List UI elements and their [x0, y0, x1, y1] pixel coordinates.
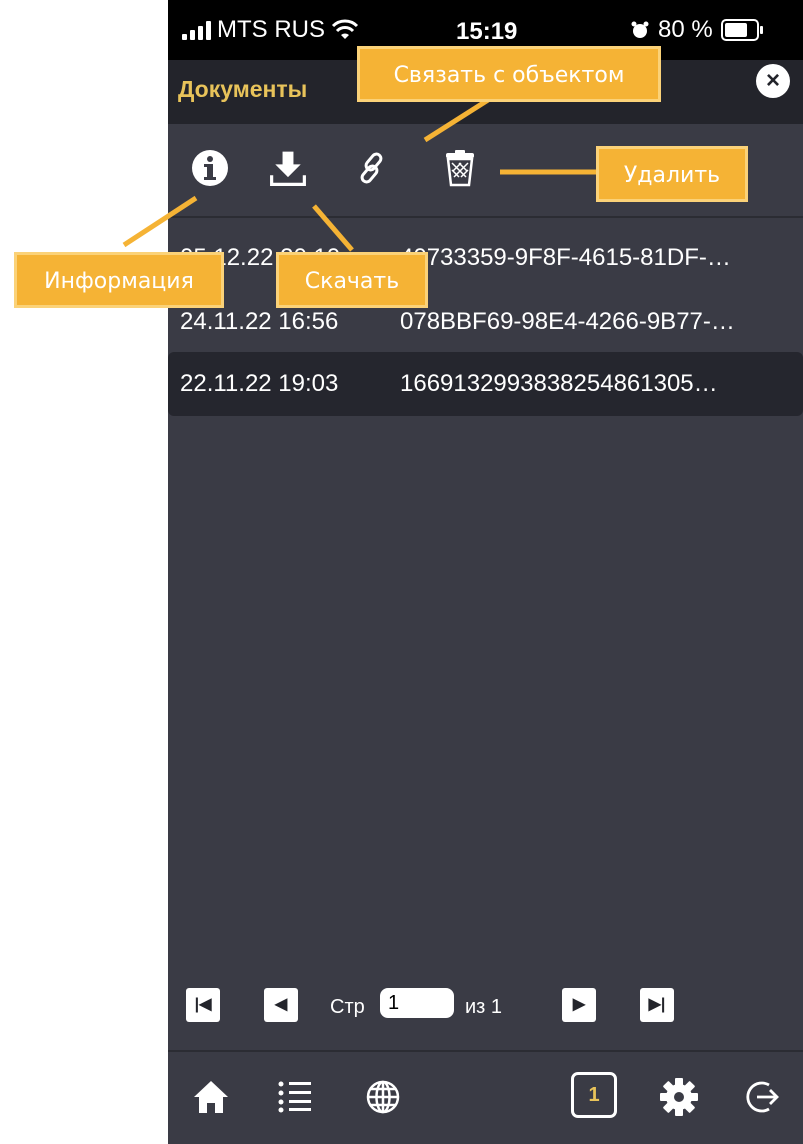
delete-callout: Удалить	[596, 146, 748, 202]
info-callout: Информация	[14, 252, 224, 308]
link-callout: Связать с объектом	[357, 46, 661, 102]
download-callout: Скачать	[276, 252, 428, 308]
